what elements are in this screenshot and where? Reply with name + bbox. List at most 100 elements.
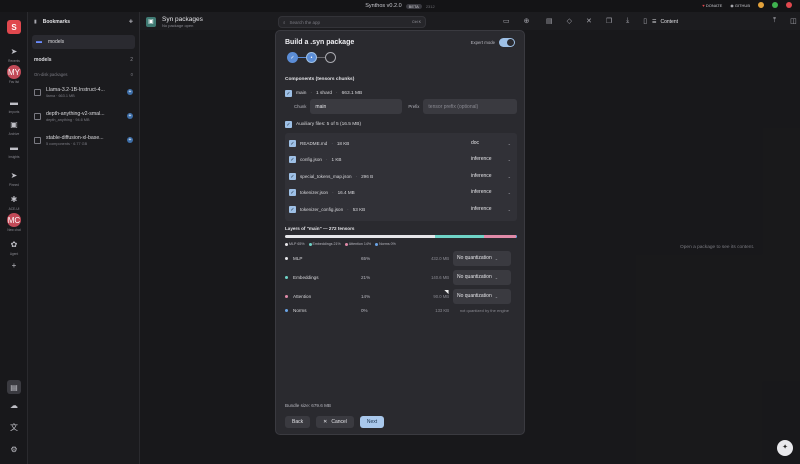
quantization-note: not quantized by the engine — [459, 307, 509, 313]
gear-icon: ⚙ — [10, 444, 18, 454]
rail-item-pinned[interactable]: ➤ Pinned — [0, 168, 28, 188]
next-button[interactable]: Next — [359, 416, 385, 428]
rail-settings[interactable]: ⚙ — [0, 442, 28, 456]
file-type-select[interactable]: inference ⌄ — [465, 203, 517, 215]
page-title: Syn packages — [162, 16, 203, 23]
panel-icon[interactable]: ◫ — [790, 17, 797, 25]
bar-segment — [435, 235, 484, 238]
translate-icon: 文 — [10, 422, 18, 432]
close-icon[interactable]: ✕ — [586, 17, 592, 25]
file-checkbox[interactable]: ✓ — [289, 156, 296, 163]
delete-icon[interactable]: ▯ — [643, 17, 647, 25]
bookmark-folder[interactable]: ▬ models — [32, 35, 135, 49]
package-icon: ▣ — [146, 17, 156, 27]
rail-item-add[interactable]: + — [0, 258, 28, 272]
quantization-select[interactable]: No quantization ⌄ — [453, 269, 511, 285]
toolbar-left: ▭ ⊕ — [503, 17, 530, 25]
list-item[interactable]: Llama-3.2-1B-Instruct-4... llama · 663.1 … — [28, 80, 139, 104]
rail-item-recents[interactable]: ➤ Recents — [0, 44, 28, 64]
assistant-button[interactable]: ✦ — [777, 440, 793, 456]
search-input[interactable]: ⌕ Search the app Ctrl K — [278, 16, 426, 28]
file-type-select[interactable]: doc ⌄ — [465, 137, 517, 149]
folder-icon: ▬ — [36, 39, 42, 45]
package-icon — [34, 112, 41, 120]
list-icon: ☰ — [652, 19, 657, 25]
upload-icon[interactable]: ⤒ — [773, 17, 776, 25]
chevron-down-icon: ⌄ — [507, 140, 511, 146]
bookmark-add-icon[interactable]: ✚ — [129, 19, 133, 25]
aux-file-row: ✓ config.json · 1 KB — [289, 156, 342, 163]
models-section-header[interactable]: models 2 — [28, 52, 139, 68]
step-3[interactable] — [325, 52, 336, 63]
main-checkbox[interactable]: ✓ — [285, 90, 292, 97]
aux-checkbox[interactable]: ✓ — [285, 121, 292, 128]
rail-item-insights[interactable]: ▬ Insights — [0, 140, 28, 160]
rail-item-new-chat[interactable]: MC New chat — [0, 213, 28, 232]
minimize-button[interactable] — [758, 2, 764, 8]
download-icon[interactable]: ⤓ — [626, 17, 629, 25]
file-type-select[interactable]: inference ⌄ — [465, 186, 517, 198]
rail-item-agent[interactable]: ✿ Agent — [0, 237, 28, 257]
package-header: ▣ Syn packages No package open — [146, 16, 203, 28]
file-type-select[interactable]: inference ⌄ — [465, 153, 517, 165]
cancel-button[interactable]: ✕ Cancel — [316, 416, 354, 428]
expert-mode-control: Expert mode — [471, 38, 515, 47]
bookmarks-header: ▮ Bookmarks ✚ — [28, 12, 139, 32]
rail-item-ace[interactable]: ✱ ACE-UI — [0, 192, 28, 212]
toolbar-mid: ▤ ◇ ✕ ❐ ⤓ ▯ — [546, 17, 647, 25]
add-to-package-icon[interactable]: + — [127, 113, 133, 119]
bookmarks-title: Bookmarks — [42, 19, 70, 25]
legend-label: Norms 0% — [379, 242, 396, 246]
legend-swatch — [308, 242, 312, 246]
quantization-select[interactable]: No quantization ⌄ — [453, 250, 511, 266]
step-2[interactable]: • — [306, 52, 317, 63]
package-icon — [34, 88, 41, 96]
close-icon: ✕ — [323, 419, 328, 425]
pin-icon: ➤ — [10, 170, 18, 180]
beta-badge: BETA — [405, 3, 422, 9]
file-checkbox[interactable]: ✓ — [289, 173, 296, 180]
maximize-button[interactable] — [772, 2, 778, 8]
donate-link[interactable]: ♥ DONATE — [702, 3, 722, 8]
prefix-input[interactable]: tensor prefix (optional) — [423, 99, 518, 114]
heart-icon: ♥ — [702, 2, 705, 8]
file-checkbox[interactable]: ✓ — [289, 189, 296, 196]
tag-icon[interactable]: ◇ — [567, 17, 572, 25]
chevron-down-icon: ⌄ — [494, 293, 499, 299]
add-to-package-icon[interactable]: + — [127, 137, 133, 143]
file-checkbox[interactable]: ✓ — [289, 206, 296, 213]
box-icon: ▣ — [10, 119, 18, 129]
rail-item-imports[interactable]: ▬ Imports — [0, 95, 28, 115]
list-item[interactable]: depth-anything-v2-smal... depth_anything … — [28, 104, 139, 128]
rail-download[interactable]: ☁ — [0, 398, 28, 412]
step-1[interactable]: ✓ — [287, 52, 298, 63]
rail-translate[interactable]: 文 — [0, 420, 28, 434]
folder-open-icon[interactable]: ▭ — [503, 17, 510, 25]
back-button[interactable]: Back — [285, 416, 311, 428]
rail-logo[interactable]: S — [0, 20, 28, 34]
package-icon — [34, 136, 41, 144]
legend-swatch — [344, 242, 348, 246]
list-item[interactable]: stable-diffusion-xl-base... 5 components … — [28, 128, 139, 152]
rail-item-fav[interactable]: MY Fav list — [0, 65, 28, 84]
expert-mode-toggle[interactable] — [499, 38, 515, 47]
rail-database[interactable]: ▤ — [0, 380, 28, 394]
legend-swatch — [375, 242, 379, 246]
sparkle-icon: ✦ — [782, 444, 788, 451]
rail-item-archive[interactable]: ▣ Archive — [0, 117, 28, 137]
layer-distribution-bar — [285, 235, 517, 238]
tab-content[interactable]: ☰ Content — [652, 16, 678, 28]
file-type-select[interactable]: inference ⌄ — [465, 170, 517, 182]
chunk-input[interactable]: main — [310, 99, 403, 114]
aux-file-row: ✓ special_tokens_map.json · 296 B — [289, 173, 374, 180]
close-button[interactable] — [786, 2, 792, 8]
layer-row-mlp: MLP 65% 432.0 MB No quantization ⌄ — [285, 250, 517, 266]
copy-icon[interactable]: ❐ — [606, 17, 612, 25]
chevron-down-icon: ⌄ — [494, 274, 499, 280]
bookmarks-panel: ▮ Bookmarks ✚ ▬ models models 2 On-disk … — [28, 12, 140, 464]
file-checkbox[interactable]: ✓ — [289, 140, 296, 147]
save-icon[interactable]: ▤ — [546, 17, 553, 25]
add-circle-icon[interactable]: ⊕ — [524, 17, 530, 25]
add-to-package-icon[interactable]: + — [127, 89, 133, 95]
github-link[interactable]: ◉ GITHUB — [730, 3, 750, 8]
